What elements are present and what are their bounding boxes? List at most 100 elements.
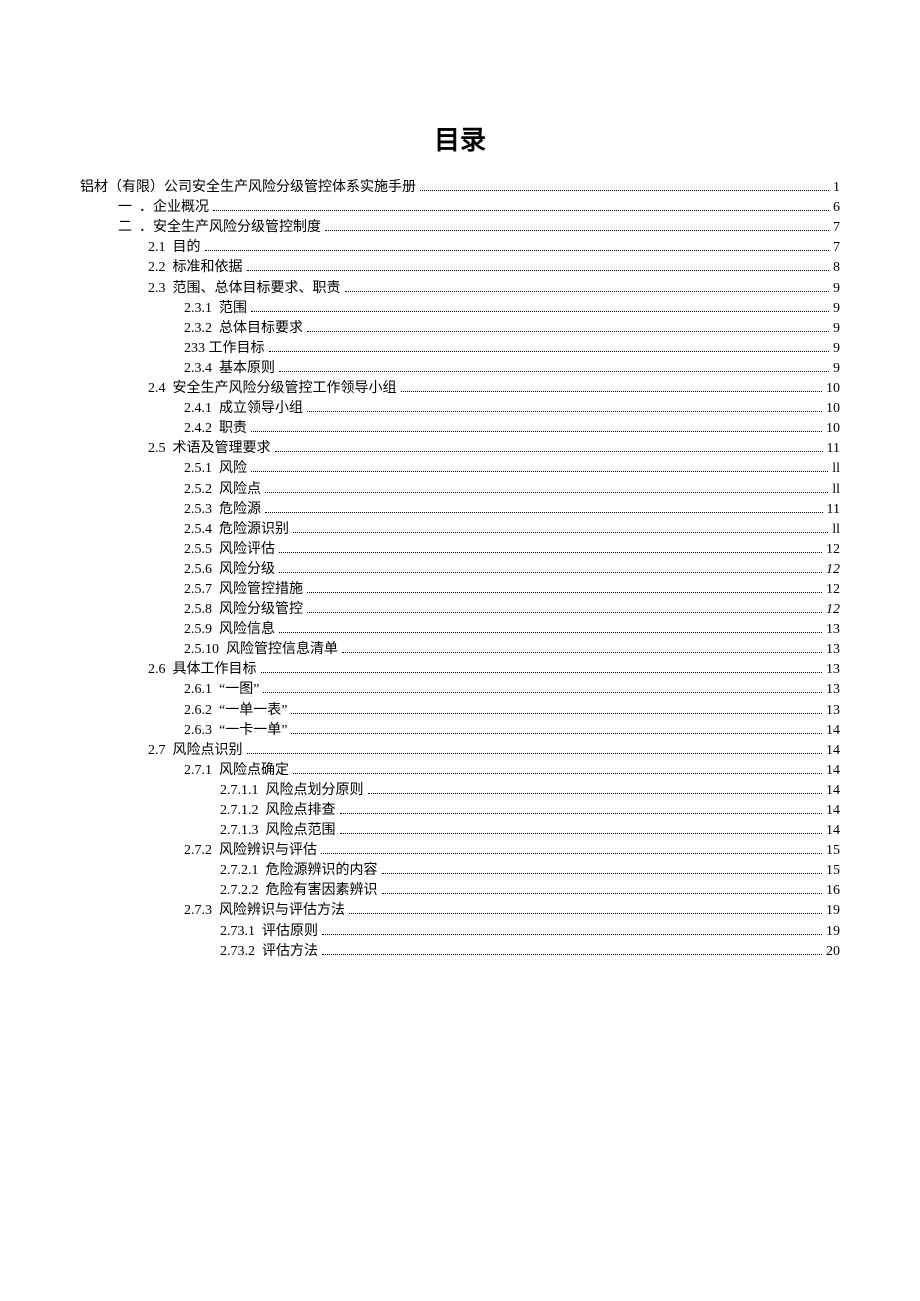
- toc-leader-dots: [261, 663, 823, 673]
- toc-entry-number: 2.3: [148, 281, 166, 296]
- toc-entry-page: 7: [833, 221, 840, 235]
- toc-entry-text: 总体目标要求: [219, 321, 303, 336]
- toc-entry-sep: [166, 281, 173, 296]
- toc-entry-number: 2.7: [148, 743, 166, 758]
- toc-entry-number: 2.7.3: [184, 903, 212, 918]
- toc-entry-text: 具体工作目标: [173, 662, 257, 677]
- toc-entry-page: 10: [826, 422, 840, 436]
- toc-entry-text: 风险信息: [219, 622, 275, 637]
- toc-entry-text: 一单一表: [219, 703, 287, 718]
- toc-entry: 2.4.1 成立领导小组10: [80, 402, 840, 416]
- toc-entry-sep: [166, 662, 173, 677]
- toc-entry-text: 风险分级: [219, 562, 275, 577]
- toc-entry-label: 2.4 安全生产风险分级管控工作领导小组: [148, 382, 397, 396]
- toc-entry-text: 铝材（有限）公司安全生产风险分级管控体系实施手册: [80, 180, 416, 195]
- toc-entry-sep: [212, 542, 219, 557]
- toc-leader-dots: [349, 904, 822, 914]
- toc-entry-page: 14: [826, 804, 840, 818]
- toc-entry-number: 2.5.6: [184, 562, 212, 577]
- toc-entry-text: 风险点排查: [266, 803, 336, 818]
- toc-leader-dots: [340, 804, 823, 814]
- toc-entry-page: 10: [826, 402, 840, 416]
- toc-entry-number: 2.5.2: [184, 482, 212, 497]
- toc-entry-page: 8: [833, 261, 840, 275]
- toc-entry-label: 2.7.3 风险辨识与评估方法: [184, 904, 345, 918]
- toc-entry-page: 15: [826, 844, 840, 858]
- toc-entry-page: 14: [826, 824, 840, 838]
- toc-entry-text: 成立领导小组: [219, 401, 303, 416]
- toc-entry-label: 233 工作目标: [184, 342, 265, 356]
- toc-entry-number: 2.6.2: [184, 703, 212, 718]
- toc-entry-label: 2.3.2 总体目标要求: [184, 322, 303, 336]
- toc-entry-page: 9: [833, 322, 840, 336]
- toc-entry-text: 目的: [173, 240, 201, 255]
- toc-entry-sep: [219, 642, 226, 657]
- toc-entry-label: 2.7.1 风险点确定: [184, 764, 289, 778]
- toc-entry: 2.5.3 危险源 11: [80, 503, 840, 517]
- toc-entry: 2.3.1 范围9: [80, 302, 840, 316]
- toc-entry-sep: [212, 421, 219, 436]
- toc-entry: 2.7.2.2 危险有害因素辨识16: [80, 884, 840, 898]
- toc-entry-text: ．企业概况: [139, 200, 209, 215]
- toc-leader-dots: [279, 543, 822, 553]
- toc-entry-number: 2.6: [148, 662, 166, 677]
- toc-entry-text: 基本原则: [219, 361, 275, 376]
- toc-entry-label: 2.5.10 风险管控信息清单: [184, 643, 338, 657]
- toc-entry-text: 术语及管理要求: [173, 441, 271, 456]
- toc-leader-dots: [382, 864, 823, 874]
- toc-entry: 2.5.7 风险管控措施12: [80, 583, 840, 597]
- toc-entry-label: 2.7.2 风险辨识与评估: [184, 844, 317, 858]
- toc-leader-dots: [325, 221, 829, 231]
- toc-entry: 2.6 具体工作目标 13: [80, 663, 840, 677]
- toc-leader-dots: [269, 342, 830, 352]
- toc-entry-text: 范围、总体目标要求、职责: [173, 281, 341, 296]
- toc-entry-text: 范围: [219, 301, 247, 316]
- toc-entry-label: 2.4.2 职责: [184, 422, 247, 436]
- toc-entry-page: 6: [833, 201, 840, 215]
- toc-leader-dots: [291, 724, 822, 734]
- toc-entry-label: 2.5 术语及管理要求: [148, 442, 271, 456]
- toc-entry-number: 2.5.10: [184, 642, 219, 657]
- toc-entry-sep: [259, 783, 266, 798]
- toc-entry-text: 评估原则: [262, 924, 318, 939]
- toc-leader-dots: [401, 382, 823, 392]
- toc-entry-page: 11: [827, 503, 840, 517]
- toc-entry-sep: [166, 441, 173, 456]
- toc-entry-page: 12: [826, 603, 840, 617]
- toc-entry-page: 20: [826, 945, 840, 959]
- toc-leader-dots: [205, 241, 830, 251]
- toc-entry-page: 14: [826, 784, 840, 798]
- toc-leader-dots: [279, 362, 829, 372]
- toc-entry-page: 9: [833, 362, 840, 376]
- toc-entry-page: 11: [827, 442, 840, 456]
- toc-entry-text: 一卡一单: [219, 723, 287, 738]
- toc-entry-label: 二 ．安全生产风险分级管控制度: [118, 221, 321, 235]
- toc-entry-number: 2.7.2.1: [220, 863, 259, 878]
- toc-entry-text: 危险源: [219, 502, 261, 517]
- toc-leader-dots: [307, 583, 822, 593]
- toc-entry-label: 2.3 范围、总体目标要求、职责: [148, 282, 341, 296]
- toc-entry-label: 2.7.1.3 风险点范围: [220, 824, 336, 838]
- toc-entry-number: 2.5: [148, 441, 166, 456]
- toc-entry-sep: [166, 381, 173, 396]
- toc-entry-number: 2.2: [148, 260, 166, 275]
- toc-entry-text: 安全生产风险分级管控工作领导小组: [173, 381, 397, 396]
- toc-leader-dots: [382, 884, 823, 894]
- toc-entry-page: 13: [826, 663, 840, 677]
- toc-entry-text: 标准和依据: [173, 260, 243, 275]
- toc-entry-sep: [212, 401, 219, 416]
- toc-entry-sep: [212, 482, 219, 497]
- toc-leader-dots: [279, 623, 822, 633]
- toc-entry-number: 2.5.3: [184, 502, 212, 517]
- toc-entry-sep: [212, 763, 219, 778]
- toc-entry-number: 2.3.1: [184, 301, 212, 316]
- toc-entry-number: 2.7.1.3: [220, 823, 259, 838]
- toc-entry: 2.2 标准和依据 8: [80, 261, 840, 275]
- toc-leader-dots: [291, 703, 822, 713]
- toc-entry-label: 2.5.7 风险管控措施: [184, 583, 303, 597]
- toc-leader-dots: [247, 261, 830, 271]
- toc-entry-page: 9: [833, 342, 840, 356]
- toc-entry-sep: [212, 682, 219, 697]
- toc-entry-page: ll: [832, 462, 840, 476]
- toc-entry: 2.3.2 总体目标要求 9: [80, 322, 840, 336]
